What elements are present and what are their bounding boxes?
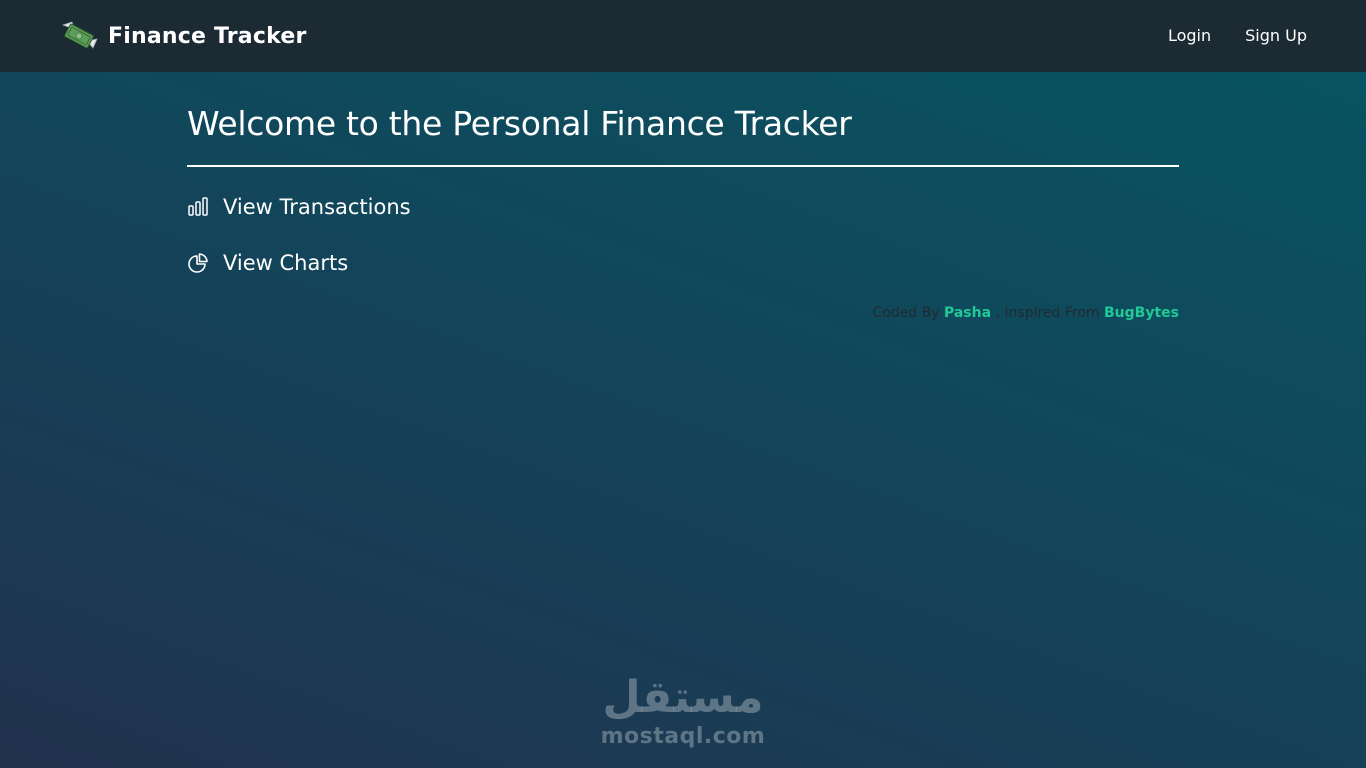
sign-up-link[interactable]: Sign Up	[1245, 26, 1307, 45]
pie-chart-icon	[188, 253, 208, 273]
credits-prefix: Coded By	[872, 305, 940, 321]
view-charts-link[interactable]: View Charts	[187, 248, 1179, 278]
bar-chart-icon	[188, 197, 208, 216]
login-link[interactable]: Login	[1168, 26, 1211, 45]
brand-link[interactable]: Finance Tracker	[60, 18, 307, 54]
page-title: Welcome to the Personal Finance Tracker	[187, 104, 852, 143]
brand-title: Finance Tracker	[108, 23, 307, 49]
view-transactions-link[interactable]: View Transactions	[187, 192, 1179, 222]
title-divider	[187, 165, 1179, 167]
watermark: مستقل mostaql.com	[600, 672, 766, 750]
watermark-domain-text: mostaql.com	[600, 724, 766, 749]
money-with-wings-icon	[61, 21, 98, 49]
top-navbar: Finance Tracker Login Sign Up	[0, 0, 1366, 72]
author-link[interactable]: Pasha	[944, 305, 991, 321]
view-charts-label: View Charts	[223, 251, 349, 275]
main-content: Welcome to the Personal Finance Tracker …	[187, 100, 1179, 321]
view-transactions-label: View Transactions	[223, 195, 411, 219]
watermark-arabic-text: مستقل	[602, 672, 764, 723]
credits-middle: , Inspired From	[995, 305, 1100, 321]
nav-links: Login Sign Up	[1168, 26, 1307, 45]
credits-line: Coded By Pasha , Inspired From BugBytes	[187, 305, 1179, 321]
source-link[interactable]: BugBytes	[1104, 305, 1179, 321]
